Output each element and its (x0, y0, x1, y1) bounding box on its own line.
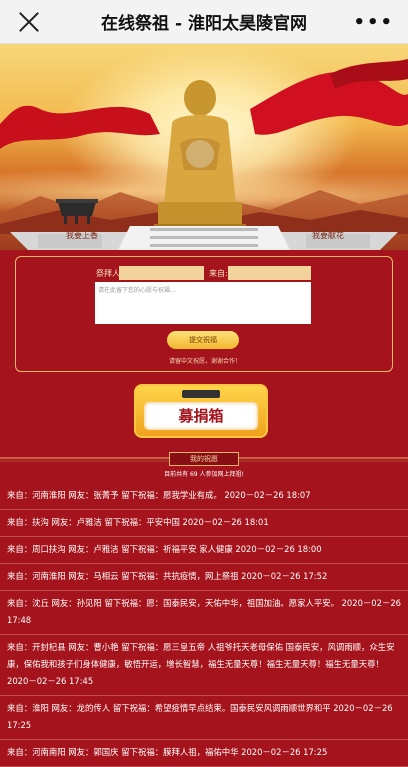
list-item: 来自：扶沟 网友：卢雅洁 留下祝福：平安中国 2020－02－26 18:01 (0, 510, 408, 537)
section-title: 我的祝愿 (169, 452, 239, 466)
incense-burner-icon[interactable] (52, 194, 102, 226)
statue-image (154, 80, 246, 234)
offer-flowers-link[interactable]: 我要献花 (312, 230, 344, 241)
message-textarea[interactable]: 请在此留下您的心愿与祝福... (95, 282, 311, 324)
form-hint: 请留中文祝愿，谢谢合作！ (168, 358, 241, 365)
hero-banner: 我要上香 我要献花 (0, 44, 408, 250)
list-item: 来自：河南淮阳 网友：马相云 留下祝福：共抗疫情，网上祭祖 2020－02－26… (0, 564, 408, 591)
close-icon[interactable] (16, 9, 42, 35)
list-item: 来自：淮阳 网友：龙的传人 留下祝福：希望疫情早点结束。国泰民安风调雨顺世界和平… (0, 696, 408, 740)
from-label: 来自: (209, 269, 228, 278)
donation-slot-icon (182, 390, 220, 398)
message-list: 来自：河南淮阳 网友：张菁予 留下祝福：愿我学业有成。 2020－02－26 1… (0, 483, 408, 767)
donation-label: 募捐箱 (144, 402, 258, 430)
list-item: 来自：河南淮阳 网友：张菁予 留下祝福：愿我学业有成。 2020－02－26 1… (0, 483, 408, 510)
blessing-form: 祭拜人: 来自: 请在此留下您的心愿与祝福... 提交祝福 请留中文祝愿，谢谢合… (15, 256, 393, 372)
list-item: 来自：沈丘 网友：孙见阳 留下祝福：愿：国泰民安，天佑中华，祖国加油。愿家人平安… (0, 591, 408, 635)
name-input[interactable] (119, 266, 204, 280)
more-icon[interactable]: ••• (353, 12, 394, 33)
from-input[interactable] (228, 266, 311, 280)
participant-count: 目前共有 69 人参加网上拜祖! (164, 471, 244, 478)
submit-button[interactable]: 提交祝福 (167, 331, 239, 349)
donation-box-button[interactable]: 募捐箱 (134, 384, 268, 438)
list-item: 来自：开封杞县 网友：曹小艳 留下祝福：愿三皇五帝 人祖爷托天老母保佑 国泰民安… (0, 635, 408, 696)
top-bar: 在线祭祖 - 淮阳太昊陵官网 ••• (0, 0, 408, 44)
list-item: 来自：河南南阳 网友：郭国庆 留下祝福：膜拜人祖，福佑中华 2020－02－26… (0, 740, 408, 767)
offer-incense-link[interactable]: 我要上香 (66, 230, 98, 241)
list-item: 来自：周口扶沟 网友：卢雅洁 留下祝福：祈福平安 家人健康 2020－02－26… (0, 537, 408, 564)
page-title: 在线祭祖 - 淮阳太昊陵官网 (101, 14, 307, 34)
